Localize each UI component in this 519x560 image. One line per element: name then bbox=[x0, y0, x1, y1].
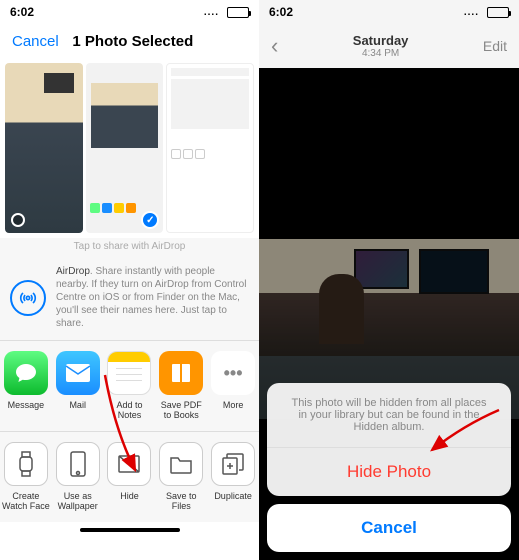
hide-icon bbox=[107, 442, 151, 486]
back-button[interactable]: ‹ bbox=[271, 33, 278, 59]
action-label: Use as Wallpaper bbox=[54, 492, 102, 512]
action-label: Hide bbox=[120, 492, 139, 502]
hide-confirm-screen: 6:02 .... ‹ Saturday 4:34 PM Edit LIVE T… bbox=[259, 0, 519, 560]
folder-icon bbox=[159, 442, 203, 486]
cancel-button[interactable]: Cancel bbox=[267, 504, 511, 552]
use-wallpaper-button[interactable]: Use as Wallpaper bbox=[52, 432, 104, 522]
status-time: 6:02 bbox=[269, 5, 293, 19]
edit-button[interactable]: Edit bbox=[483, 38, 507, 54]
create-watchface-button[interactable]: Create Watch Face bbox=[0, 432, 52, 522]
thumbnail-selected[interactable] bbox=[86, 63, 164, 233]
action-label: Save to Files bbox=[157, 492, 205, 512]
watch-icon bbox=[4, 442, 48, 486]
mail-icon bbox=[56, 351, 100, 395]
navbar: Cancel 1 Photo Selected bbox=[0, 24, 259, 58]
share-sheet-screen: 6:02 .... Cancel 1 Photo Selected bbox=[0, 0, 259, 560]
books-icon bbox=[159, 351, 203, 395]
airdrop-icon bbox=[10, 280, 46, 316]
app-label: Save PDF to Books bbox=[157, 401, 205, 421]
sheet-message: This photo will be hidden from all place… bbox=[267, 383, 511, 448]
app-label: Mail bbox=[69, 401, 86, 411]
books-app[interactable]: Save PDF to Books bbox=[155, 341, 207, 431]
thumbnail[interactable] bbox=[166, 63, 254, 233]
nav-title: Saturday bbox=[278, 33, 483, 48]
more-icon: ••• bbox=[211, 351, 255, 395]
status-time: 6:02 bbox=[10, 5, 34, 19]
save-files-button[interactable]: Save to Files bbox=[155, 432, 207, 522]
more-button[interactable]: ••• More bbox=[207, 341, 259, 431]
airdrop-hint: Tap to share with AirDrop bbox=[0, 238, 259, 255]
battery-icon bbox=[487, 7, 509, 18]
checkmark-icon bbox=[141, 211, 159, 229]
hide-button[interactable]: Hide bbox=[104, 432, 156, 522]
nav-subtitle: 4:34 PM bbox=[278, 48, 483, 59]
airdrop-row[interactable]: AirDrop. Share instantly with people nea… bbox=[0, 255, 259, 340]
action-sheet: This photo will be hidden from all place… bbox=[259, 375, 519, 560]
battery-icon bbox=[227, 7, 249, 18]
message-app[interactable]: Message bbox=[0, 341, 52, 431]
signal-icon: .... bbox=[204, 7, 219, 18]
app-label: More bbox=[223, 401, 244, 411]
page-title: 1 Photo Selected bbox=[19, 33, 247, 50]
duplicate-icon bbox=[211, 442, 255, 486]
airdrop-description: AirDrop. Share instantly with people nea… bbox=[56, 265, 249, 330]
thumbnail[interactable] bbox=[5, 63, 83, 233]
signal-icon: .... bbox=[464, 7, 479, 18]
duplicate-button[interactable]: Duplicate bbox=[207, 432, 259, 522]
notes-icon bbox=[107, 351, 151, 395]
mail-app[interactable]: Mail bbox=[52, 341, 104, 431]
message-icon bbox=[4, 351, 48, 395]
select-circle-icon[interactable] bbox=[11, 213, 25, 227]
status-bar: 6:02 .... bbox=[259, 0, 519, 24]
app-label: Message bbox=[8, 401, 45, 411]
phone-icon bbox=[56, 442, 100, 486]
photo-thumbnails bbox=[0, 58, 259, 238]
action-label: Create Watch Face bbox=[2, 492, 50, 512]
home-indicator[interactable] bbox=[80, 528, 180, 532]
status-bar: 6:02 .... bbox=[0, 0, 259, 24]
hide-photo-button[interactable]: Hide Photo bbox=[267, 448, 511, 496]
navbar: ‹ Saturday 4:34 PM Edit bbox=[259, 24, 519, 68]
app-label: Add to Notes bbox=[106, 401, 154, 421]
notes-app[interactable]: Add to Notes bbox=[104, 341, 156, 431]
actions-row: Create Watch Face Use as Wallpaper Hide … bbox=[0, 431, 259, 522]
share-apps-row: Message Mail Add to Notes Save PDF to Bo… bbox=[0, 340, 259, 431]
action-label: Duplicate bbox=[214, 492, 252, 502]
